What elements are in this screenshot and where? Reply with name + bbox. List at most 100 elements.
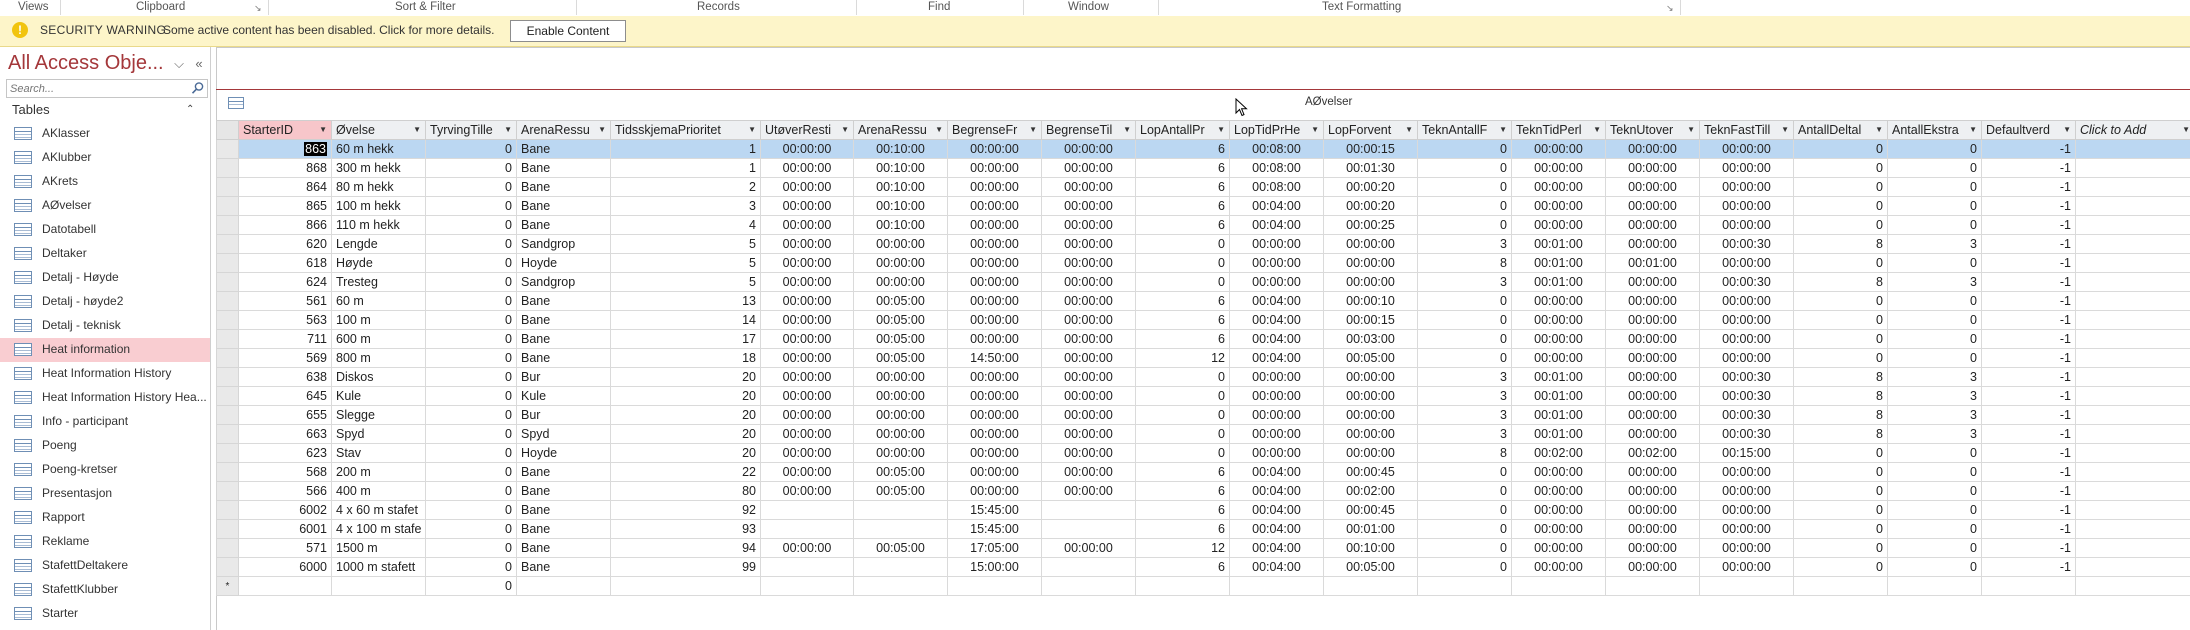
table-cell[interactable]: 00:00:00	[1699, 158, 1794, 178]
table-cell[interactable]: 0	[425, 443, 517, 463]
column-dropdown-icon[interactable]: ▼	[841, 125, 849, 134]
table-cell[interactable]	[1041, 519, 1136, 539]
table-cell[interactable]: Slegge	[331, 405, 426, 425]
table-cell[interactable]: 0	[425, 519, 517, 539]
table-row[interactable]: 645 Kule 0 Kule 20 00:00:00 00:00:00 00:00:00 00…	[216, 386, 2190, 406]
table-cell[interactable]: 623	[238, 443, 332, 463]
table-cell[interactable]: -1	[1981, 329, 2076, 349]
table-cell[interactable]: 12	[1135, 348, 1230, 368]
table-cell[interactable]: 8	[1793, 367, 1888, 387]
table-cell[interactable]: 00:03:00	[1323, 329, 1418, 349]
table-cell[interactable]: 00:00:00	[1511, 557, 1606, 577]
table-cell[interactable]: 8	[1417, 443, 1512, 463]
table-row[interactable]: 866 110 m hekk 0 Bane 4 00:00:00 00:10:00 00:00…	[216, 215, 2190, 235]
table-cell[interactable]: 00:00:00	[1605, 177, 1700, 197]
table-cell[interactable]: 00:00:00	[1041, 348, 1136, 368]
table-cell[interactable]: 1000 m stafett	[331, 557, 426, 577]
table-row[interactable]: 623 Stav 0 Hoyde 20 00:00:00 00:00:00 00:00:00 0…	[216, 443, 2190, 463]
column-header[interactable]: ArenaRessu ▼	[516, 120, 611, 140]
table-cell[interactable]: 0	[1135, 253, 1230, 273]
table-cell[interactable]: 80	[610, 481, 761, 501]
table-cell[interactable]: 6	[1135, 462, 1230, 482]
table-cell[interactable]: 00:00:00	[853, 443, 948, 463]
table-cell[interactable]: 638	[238, 367, 332, 387]
nav-item-table[interactable]: AKlubber	[0, 146, 210, 170]
table-cell[interactable]: 00:00:45	[1323, 500, 1418, 520]
record-selector[interactable]	[216, 500, 239, 520]
table-cell[interactable]: 00:00:00	[1511, 481, 1606, 501]
record-selector[interactable]	[216, 481, 239, 501]
nav-pane-collapse-icon[interactable]: «	[192, 57, 206, 71]
column-header[interactable]: ArenaRessu ▼	[853, 120, 948, 140]
table-cell[interactable]: 00:00:00	[1605, 139, 1700, 159]
table-cell[interactable]: 00:00:00	[853, 272, 948, 292]
table-cell[interactable]: 00:00:00	[1041, 215, 1136, 235]
record-selector[interactable]	[216, 215, 239, 235]
nav-search-input[interactable]	[7, 81, 188, 97]
table-cell[interactable]: Lengde	[331, 234, 426, 254]
column-dropdown-icon[interactable]: ▼	[1311, 125, 1319, 134]
table-cell[interactable]: 00:00:00	[1511, 462, 1606, 482]
record-selector[interactable]	[216, 177, 239, 197]
table-cell[interactable]: 6	[1135, 215, 1230, 235]
table-cell[interactable]: 566	[238, 481, 332, 501]
column-dropdown-icon[interactable]: ▼	[319, 125, 327, 134]
table-cell[interactable]: 00:00:15	[1323, 310, 1418, 330]
table-cell[interactable]	[1041, 500, 1136, 520]
table-cell[interactable]: Bane	[516, 139, 611, 159]
column-dropdown-icon[interactable]: ▼	[1029, 125, 1037, 134]
table-cell[interactable]: 0	[1417, 291, 1512, 311]
table-cell[interactable]: Bur	[516, 367, 611, 387]
table-cell[interactable]: Bane	[516, 500, 611, 520]
column-header[interactable]: TeknUtover ▼	[1605, 120, 1700, 140]
table-cell[interactable]: 00:00:00	[1229, 386, 1324, 406]
table-cell[interactable]: 00:00:00	[760, 196, 854, 216]
table-cell[interactable]: 20	[610, 405, 761, 425]
table-cell[interactable]	[2075, 443, 2190, 463]
column-header[interactable]: TyrvingTille ▼	[425, 120, 517, 140]
record-selector[interactable]	[216, 348, 239, 368]
table-cell[interactable]: 600 m	[331, 329, 426, 349]
table-cell[interactable]: 00:00:00	[1041, 177, 1136, 197]
table-cell[interactable]	[2075, 329, 2190, 349]
table-cell[interactable]: Bane	[516, 196, 611, 216]
table-cell[interactable]: 0	[1793, 310, 1888, 330]
table-cell[interactable]: 00:00:20	[1323, 177, 1418, 197]
table-cell[interactable]: -1	[1981, 253, 2076, 273]
table-cell[interactable]: 0	[1887, 443, 1982, 463]
table-row[interactable]: 638 Diskos 0 Bur 20 00:00:00 00:00:00 00:00:00 0…	[216, 367, 2190, 387]
table-cell[interactable]: 0	[1417, 310, 1512, 330]
nav-item-table[interactable]: Detalj - teknisk	[0, 314, 210, 338]
table-row[interactable]: 865 100 m hekk 0 Bane 3 00:00:00 00:10:00 00:00…	[216, 196, 2190, 216]
table-cell[interactable]: 92	[610, 500, 761, 520]
table-cell[interactable]: 00:04:00	[1229, 519, 1324, 539]
column-dropdown-icon[interactable]: ▼	[2063, 125, 2071, 134]
table-cell[interactable]: 6	[1135, 310, 1230, 330]
record-selector[interactable]	[216, 158, 239, 178]
new-record-row[interactable]: * 0	[216, 576, 2190, 596]
table-cell[interactable]: 0	[1793, 329, 1888, 349]
table-cell[interactable]: 00:00:00	[947, 291, 1042, 311]
table-cell[interactable]: 0	[1417, 329, 1512, 349]
table-cell[interactable]: 00:05:00	[853, 538, 948, 558]
table-cell[interactable]: 00:00:00	[1699, 196, 1794, 216]
table-cell[interactable]: 00:00:00	[1323, 424, 1418, 444]
table-cell[interactable]: 0	[1417, 158, 1512, 178]
table-cell[interactable]	[853, 557, 948, 577]
table-cell[interactable]	[2075, 500, 2190, 520]
column-dropdown-icon[interactable]: ▼	[1499, 125, 1507, 134]
table-cell[interactable]: 6	[1135, 291, 1230, 311]
table-cell[interactable]: 00:04:00	[1229, 500, 1324, 520]
table-cell[interactable]: 4 x 60 m stafet	[331, 500, 426, 520]
table-cell[interactable]: 17	[610, 329, 761, 349]
table-cell[interactable]: 00:10:00	[853, 158, 948, 178]
nav-item-table[interactable]: Heat information	[0, 338, 210, 362]
table-cell[interactable]: 0	[1793, 538, 1888, 558]
table-cell[interactable]: 0	[425, 158, 517, 178]
table-cell[interactable]: 00:01:00	[1511, 253, 1606, 273]
table-cell[interactable]: 00:00:15	[1323, 139, 1418, 159]
table-cell[interactable]: 0	[1417, 462, 1512, 482]
table-cell[interactable]: 0	[1793, 291, 1888, 311]
table-cell[interactable]: 00:00:00	[947, 310, 1042, 330]
table-cell[interactable]: 00:00:00	[1041, 367, 1136, 387]
